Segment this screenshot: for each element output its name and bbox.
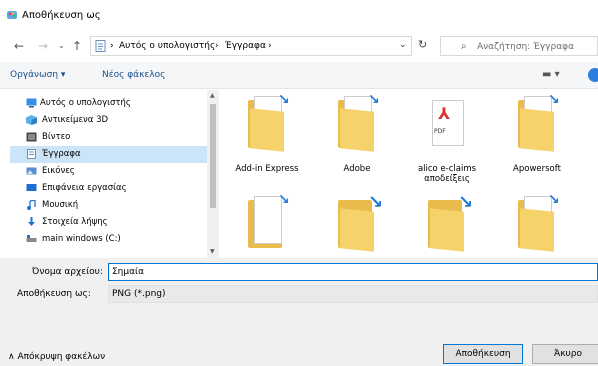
nav-item-label: Αντικείμενα 3D <box>42 115 109 125</box>
hide-folders-button[interactable]: ∧ Απόκρυψη φακέλων <box>8 352 105 362</box>
file-item[interactable]: ↘ <box>404 192 490 258</box>
file-item-apowersoft[interactable]: ↘ Apowersoft <box>494 92 580 184</box>
scroll-down-icon[interactable]: ▼ <box>210 248 215 255</box>
view-options-icon[interactable]: ▬ ▾ <box>542 69 560 80</box>
nav-item-label: Στοιχεία λήψης <box>42 217 108 227</box>
folder-icon: ↘ <box>248 192 290 252</box>
desktop-icon <box>26 184 37 191</box>
nav-item-label: Βίντεο <box>42 132 71 142</box>
breadcrumb-separator: › <box>110 41 114 51</box>
nav-item-label: Εικόνες <box>42 166 75 176</box>
organize-button[interactable]: Οργάνωση ▾ <box>10 70 65 80</box>
file-item-label: Adobe <box>343 164 371 174</box>
folder-icon: ↘ <box>248 92 290 152</box>
nav-item-pictures[interactable]: Εικόνες <box>10 163 207 180</box>
nav-item-label: Επιφάνεια εργασίας <box>42 183 127 193</box>
file-item-add-in-express[interactable]: ↘ Add-in Express <box>224 92 310 184</box>
filetype-label: Αποθήκευση ως: <box>17 289 91 299</box>
video-icon <box>26 132 37 142</box>
scroll-up-icon[interactable]: ▲ <box>210 92 215 99</box>
file-item[interactable]: ↘ <box>224 192 310 258</box>
new-folder-button[interactable]: Νέος φάκελος <box>102 70 165 80</box>
filetype-select[interactable]: PNG (*.png) <box>108 285 598 303</box>
nav-item-3d-objects[interactable]: Αντικείμενα 3D <box>10 112 207 129</box>
address-bar[interactable]: › Αυτός ο υπολογιστής › Έγγραφα › ⌄ <box>90 36 412 56</box>
nav-item-label: Αυτός ο υπολογιστής <box>40 98 131 108</box>
filename-input[interactable] <box>108 263 598 281</box>
nav-item-videos[interactable]: Βίντεο <box>10 129 207 146</box>
paint-app-icon <box>7 11 17 19</box>
nav-item-label: Έγγραφα <box>42 149 81 159</box>
cube-icon <box>26 115 37 125</box>
window-title: Αποθήκευση ως <box>22 10 101 21</box>
breadcrumb-documents[interactable]: Έγγραφα <box>225 41 266 51</box>
file-item[interactable]: ↘ <box>494 192 580 258</box>
breadcrumb-separator: › <box>268 41 272 51</box>
title-bar: Αποθήκευση ως <box>0 0 598 30</box>
pictures-icon <box>26 167 37 175</box>
drive-icon <box>26 235 37 242</box>
nav-item-this-pc[interactable]: Αυτός ο υπολογιστής <box>10 95 207 112</box>
file-item[interactable]: ↘ <box>314 192 400 258</box>
download-icon <box>28 217 35 226</box>
filetype-value: PNG (*.png) <box>112 289 166 299</box>
folder-icon: ↘ <box>338 92 380 152</box>
save-form: Όνομα αρχείου: Αποθήκευση ως: PNG (*.png… <box>0 258 598 366</box>
up-arrow-icon[interactable]: ↑ <box>72 40 82 52</box>
refresh-icon[interactable]: ↻ <box>418 38 427 51</box>
pdf-file-icon: ⅄ PDF <box>428 96 468 152</box>
save-button[interactable]: Αποθήκευση <box>443 344 523 364</box>
music-icon <box>27 200 36 210</box>
file-list-pane: ↘ Add-in Express ↘ Adobe ⅄ PDF alico e-cl… <box>222 90 598 258</box>
command-toolbar: Οργάνωση ▾ Νέος φάκελος ▬ ▾ <box>0 62 598 89</box>
navigation-pane: Αυτός ο υπολογιστής Αντικείμενα 3D Βίντε… <box>10 90 220 258</box>
search-icon: ⌕ <box>461 41 467 52</box>
nav-item-music[interactable]: Μουσική <box>10 197 207 214</box>
nav-item-drive-c[interactable]: main windows (C:) <box>10 231 207 248</box>
breadcrumb-this-pc[interactable]: Αυτός ο υπολογιστής <box>119 41 215 51</box>
file-item-adobe[interactable]: ↘ Adobe <box>314 92 400 184</box>
file-item-label: Apowersoft <box>513 164 561 174</box>
documents-folder-icon <box>95 40 106 52</box>
folder-icon: ↘ <box>518 92 560 152</box>
file-item-label: alico e-claims αποδείξεις <box>417 164 477 184</box>
search-box[interactable]: ⌕ Αναζήτηση: Έγγραφα <box>440 36 598 56</box>
nav-item-downloads[interactable]: Στοιχεία λήψης <box>10 214 207 231</box>
address-dropdown-chevron-icon[interactable]: ⌄ <box>399 40 407 50</box>
folder-icon: ↘ <box>518 192 560 252</box>
computer-icon <box>26 98 37 108</box>
nav-item-label: Μουσική <box>42 200 79 210</box>
breadcrumb-separator: › <box>215 41 219 51</box>
nav-item-desktop[interactable]: Επιφάνεια εργασίας <box>10 180 207 197</box>
nav-scrollbar-thumb[interactable] <box>210 104 216 208</box>
filename-label: Όνομα αρχείου: <box>32 267 103 277</box>
back-arrow-icon[interactable]: ← <box>14 40 24 52</box>
recent-locations-chevron-icon[interactable]: ⌄ <box>58 40 65 52</box>
folder-icon: ↘ <box>428 192 473 252</box>
search-placeholder: Αναζήτηση: Έγγραφα <box>477 42 575 52</box>
documents-icon <box>27 149 36 159</box>
folder-icon: ↘ <box>338 192 383 252</box>
file-item-alico-pdf[interactable]: ⅄ PDF alico e-claims αποδείξεις <box>404 94 490 184</box>
forward-arrow-icon[interactable]: → <box>38 40 48 52</box>
cancel-button[interactable]: Άκυρο <box>532 344 598 364</box>
file-item-label: Add-in Express <box>235 164 299 174</box>
nav-item-documents[interactable]: Έγγραφα <box>10 146 207 163</box>
help-icon[interactable] <box>588 68 598 82</box>
nav-item-label: main windows (C:) <box>42 234 121 244</box>
